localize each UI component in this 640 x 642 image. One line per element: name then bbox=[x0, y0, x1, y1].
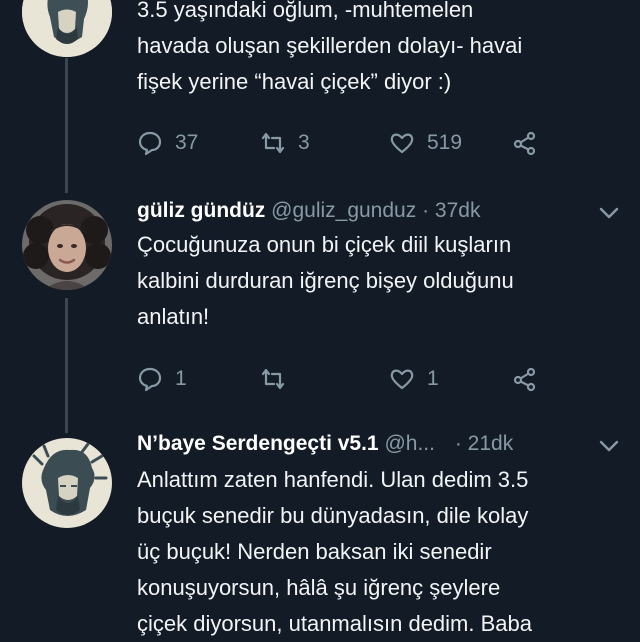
tweet-1-line: fişek yerine “havai çiçek” diyor :) bbox=[137, 69, 452, 94]
chevron-down-icon[interactable] bbox=[598, 439, 620, 453]
heart-icon bbox=[390, 133, 414, 154]
like-count: 519 bbox=[427, 131, 463, 154]
tweet-3-header: N’baye Serdengeçti v5.1 @h... · 21dk bbox=[137, 429, 627, 459]
tweet-1-text: 3.5 yaşındaki oğlum, -muhtemelen havada … bbox=[137, 0, 632, 100]
tweet-3-line: konuşuyorsun, hâlâ şu iğrenç şeylere bbox=[137, 575, 501, 600]
tweet-2-line: Çocuğunuza onun bi çiçek diil kuşların bbox=[137, 232, 512, 257]
tweet-3-line: çiçek diyorsun, utanmalısın dedim. Baba bbox=[137, 611, 532, 636]
tweet-1-line: havada oluşan şekillerden dolayı- havai bbox=[137, 33, 523, 58]
like-button[interactable]: 519 bbox=[389, 126, 462, 160]
tweet-2-actions: 1 1 bbox=[137, 362, 557, 396]
tweet-3-line: buçuk senedir bu dünyadasın, dile kolay bbox=[137, 503, 529, 528]
timestamp[interactable]: 37dk bbox=[435, 199, 481, 222]
tweet-2-line: kalbini durduran iğrenç bişey olduğunu bbox=[137, 268, 514, 293]
avatar[interactable] bbox=[22, 438, 112, 528]
retweet-count: 3 bbox=[298, 131, 310, 154]
chevron-down-icon[interactable] bbox=[598, 206, 620, 220]
like-button[interactable]: 1 bbox=[389, 362, 439, 396]
reply-icon bbox=[138, 131, 162, 156]
share-icon bbox=[513, 367, 536, 392]
thread-line-middle bbox=[65, 298, 68, 433]
retweet-button[interactable] bbox=[260, 362, 298, 396]
share-icon bbox=[513, 131, 536, 156]
avatar[interactable] bbox=[22, 0, 112, 57]
separator: · bbox=[454, 432, 462, 455]
like-count: 1 bbox=[427, 367, 439, 390]
tweet-3-line: üç buçuk! Nerden baksan iki senedir bbox=[137, 539, 492, 564]
reply-button[interactable]: 1 bbox=[137, 362, 187, 396]
tweet-3-line: Anlattım zaten hanfendi. Ulan dedim 3.5 bbox=[137, 467, 529, 492]
avatar[interactable] bbox=[22, 200, 112, 290]
tweet-2-text: Çocuğunuza onun bi çiçek diil kuşların k… bbox=[137, 227, 632, 335]
tweet-3-text: Anlattım zaten hanfendi. Ulan dedim 3.5 … bbox=[137, 462, 632, 642]
tweet-1-actions: 37 3 519 bbox=[137, 126, 557, 160]
reply-button[interactable]: 37 bbox=[137, 126, 198, 160]
user-handle[interactable]: @h... bbox=[384, 432, 435, 455]
thread-line-top bbox=[65, 58, 68, 193]
tweet-1-line: 3.5 yaşındaki oğlum, -muhtemelen bbox=[137, 0, 474, 22]
tweet-2-header: güliz gündüz @guliz_gunduz · 37dk bbox=[137, 196, 627, 226]
tweet-2-line: anlatın! bbox=[137, 304, 210, 329]
heart-icon bbox=[390, 369, 414, 390]
retweet-icon bbox=[261, 368, 285, 390]
share-button[interactable] bbox=[512, 126, 550, 160]
reply-count: 1 bbox=[175, 367, 187, 390]
retweet-button[interactable]: 3 bbox=[260, 126, 310, 160]
reply-count: 37 bbox=[175, 131, 199, 154]
reply-icon bbox=[138, 367, 162, 392]
retweet-icon bbox=[261, 132, 285, 154]
user-handle[interactable]: @guliz_gunduz bbox=[271, 199, 416, 222]
display-name[interactable]: güliz gündüz bbox=[137, 199, 265, 222]
share-button[interactable] bbox=[512, 362, 550, 396]
separator: · bbox=[422, 199, 430, 222]
display-name[interactable]: N’baye Serdengeçti v5.1 bbox=[137, 432, 379, 455]
timestamp[interactable]: 21dk bbox=[468, 432, 514, 455]
